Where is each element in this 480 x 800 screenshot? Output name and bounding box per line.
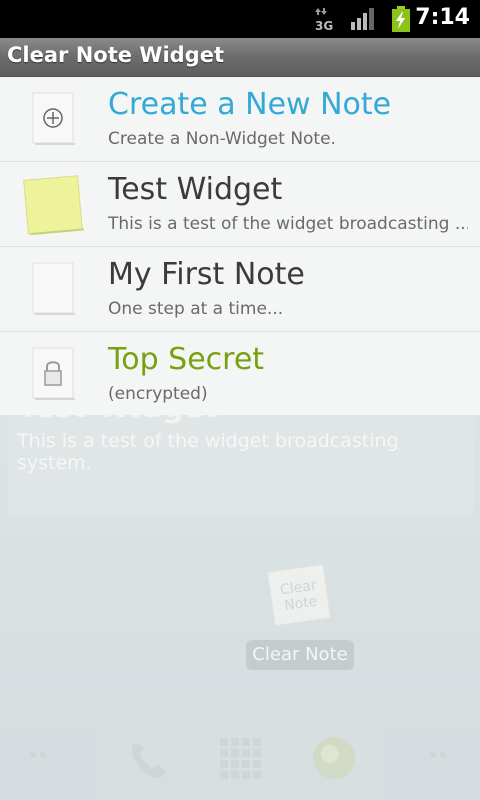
sticky-note-yellow-icon	[23, 175, 84, 236]
blank-note-icon	[32, 262, 75, 315]
list-item-my-first-note[interactable]: My First Note One step at a time...	[0, 247, 480, 332]
list-item-top-secret[interactable]: Top Secret (encrypted)	[0, 332, 480, 416]
background-widget-text: This is a test of the widget broadcastin…	[17, 430, 399, 474]
note-list: Create a New Note Create a Non-Widget No…	[0, 77, 480, 415]
note-title: Create a New Note	[108, 87, 392, 122]
note-subtitle: Create a Non-Widget Note.	[108, 129, 336, 149]
home-page-dots-right	[430, 752, 446, 758]
note-subtitle: (encrypted)	[108, 384, 208, 404]
app-title: Clear Note Widget	[7, 43, 224, 67]
app-title-bar: Clear Note Widget	[0, 38, 480, 77]
home-dock	[96, 718, 384, 800]
network-3g-icon: 3G	[315, 8, 333, 32]
network-type-label: 3G	[315, 19, 333, 32]
home-page-dots-left	[30, 752, 46, 758]
battery-charging-icon	[392, 6, 410, 32]
signal-strength-icon	[351, 8, 374, 30]
apps-grid-icon	[220, 738, 261, 779]
status-clock: 7:14	[415, 5, 470, 30]
note-title: My First Note	[108, 257, 305, 292]
clear-note-app-label: Clear Note	[246, 640, 354, 670]
note-subtitle: One step at a time...	[108, 299, 284, 319]
clear-note-app-icon: Clear Note	[267, 564, 331, 626]
lock-icon	[32, 347, 75, 400]
status-bar: 3G 7:14	[0, 0, 480, 38]
browser-globe-icon	[313, 737, 355, 779]
list-item-create-note[interactable]: Create a New Note Create a Non-Widget No…	[0, 77, 480, 162]
note-subtitle: This is a test of the widget broadcastin…	[108, 214, 468, 234]
phone-icon	[131, 742, 166, 778]
list-item-test-widget[interactable]: Test Widget This is a test of the widget…	[0, 162, 480, 247]
plus-icon	[32, 92, 75, 145]
note-title: Test Widget	[108, 172, 283, 207]
note-title: Top Secret	[108, 342, 265, 377]
